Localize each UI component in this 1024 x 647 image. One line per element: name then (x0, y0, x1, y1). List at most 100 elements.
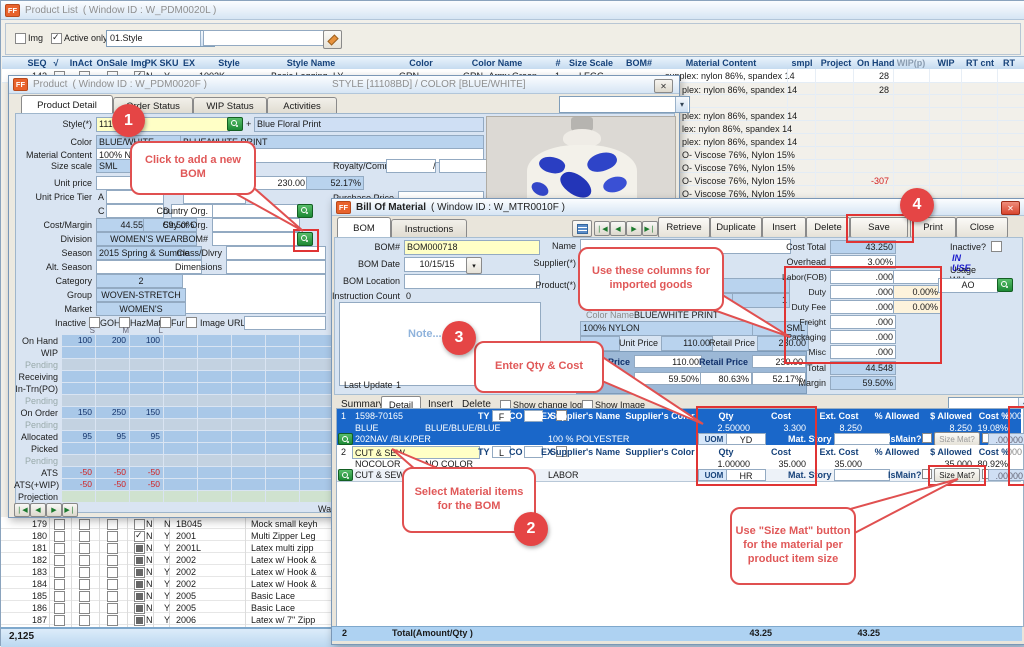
dimensions-field[interactable] (226, 260, 326, 274)
usage-wh-search-icon[interactable] (997, 278, 1013, 292)
bom-inactive-checkbox[interactable] (991, 241, 1002, 252)
col-color[interactable]: Color (391, 58, 451, 68)
ismain-checkbox[interactable] (922, 469, 932, 479)
duty-fee-field[interactable]: .000 (830, 300, 896, 314)
fur-checkbox[interactable] (186, 317, 197, 328)
add-material-icon[interactable] (338, 433, 353, 445)
search-input[interactable] (203, 30, 325, 46)
grid-view-button[interactable] (572, 220, 592, 237)
nav-last-icon[interactable]: ▶❘ (642, 221, 658, 236)
close-icon[interactable]: ✕ (654, 79, 673, 93)
nav-first-icon[interactable]: ❘◀ (594, 221, 610, 236)
col-inact[interactable]: InAct (67, 58, 95, 68)
retrieve-button[interactable]: Retrieve (658, 217, 710, 238)
date-dropdown-icon[interactable]: ▾ (466, 257, 482, 274)
size-mat-button[interactable]: Size Mat? (934, 468, 980, 482)
duty-field[interactable]: .000 (830, 285, 896, 299)
col-rtcnt[interactable]: RT cnt (963, 58, 997, 68)
col-bom[interactable]: BOM# (619, 58, 659, 68)
col-check[interactable]: √ (49, 58, 63, 68)
product-titlebar[interactable]: FF Product ( Window ID : W_PDM0020F ) ST… (9, 76, 679, 94)
img-checkbox[interactable] (15, 33, 26, 44)
col-onhand[interactable]: On Hand (857, 58, 893, 68)
style-search-icon[interactable] (227, 117, 243, 131)
tab-activities[interactable]: Activities (267, 97, 337, 114)
cost-field: 44.55 (96, 218, 146, 232)
col-wipp[interactable]: WIP(p) (895, 58, 927, 68)
col-project[interactable]: Project (817, 58, 855, 68)
notes-box[interactable] (182, 274, 326, 314)
close-button[interactable]: Close (956, 217, 1008, 238)
duplicate-button[interactable]: Duplicate (710, 217, 762, 238)
expand-icon[interactable]: + (246, 119, 251, 129)
close-icon[interactable]: ✕ (1001, 201, 1020, 215)
country-org-field[interactable] (212, 204, 300, 218)
app-icon: FF (13, 78, 28, 91)
bom-number-field[interactable] (212, 232, 300, 246)
overhead-field[interactable]: 3.00% (830, 255, 896, 269)
col-wip[interactable]: WIP (931, 58, 961, 68)
cell-img[interactable] (134, 519, 145, 530)
cell-check[interactable] (54, 519, 65, 530)
instruction-count: 0 (406, 291, 411, 301)
col-color-name[interactable]: Color Name (461, 58, 533, 68)
packaging-field[interactable]: .000 (830, 330, 896, 344)
col-rt[interactable]: RT (999, 58, 1019, 68)
nav-prev-icon[interactable]: ◀ (610, 221, 626, 236)
cell-inact[interactable] (79, 519, 90, 530)
city-org-field[interactable] (212, 218, 300, 232)
clear-search-button[interactable] (323, 30, 342, 49)
tab-wip-status[interactable]: WIP Status (193, 97, 267, 114)
col-sku[interactable]: SKU (159, 58, 179, 68)
col-onsale[interactable]: OnSale (95, 58, 129, 68)
labor-extra-field[interactable] (893, 270, 941, 284)
misc-field[interactable]: .000 (830, 345, 896, 359)
col-smpl[interactable]: smpl (789, 58, 815, 68)
tab-instructions[interactable]: Instructions (391, 219, 467, 238)
col-num[interactable]: # (551, 58, 565, 68)
sum-margin1: 59.50% (634, 372, 702, 385)
bom-no-field[interactable]: BOM000718 (404, 240, 540, 255)
mat-story-field[interactable] (834, 469, 890, 481)
product-list-title: Product List (25, 5, 78, 16)
material-item-field[interactable]: CUT & SEW (352, 446, 480, 459)
country-search-icon[interactable] (297, 204, 313, 218)
comm-field[interactable] (439, 159, 489, 173)
col-style[interactable]: Style (199, 58, 259, 68)
ismain-checkbox[interactable] (922, 433, 932, 443)
delete-button[interactable]: Delete (806, 217, 850, 238)
save-button[interactable]: Save (850, 217, 908, 238)
nav-first-icon[interactable]: ❘◀ (14, 503, 30, 517)
col-pk[interactable]: PK (143, 58, 159, 68)
col-style-name[interactable]: Style Name (271, 58, 351, 68)
cell-onsale[interactable] (107, 519, 118, 530)
list-item: plex: nylon 86%, spandex 14 (682, 85, 797, 95)
col-material[interactable]: Material Content (665, 58, 777, 68)
size-mat-button[interactable]: Size Mat? (934, 432, 980, 446)
tab-bom[interactable]: BOM (337, 217, 391, 238)
col-ex[interactable]: EX (181, 58, 197, 68)
mat-story-field[interactable] (834, 433, 890, 445)
product-top-select[interactable] (559, 96, 690, 113)
list-total: 2,125 (9, 631, 34, 642)
labor-field[interactable]: .000 (830, 270, 896, 284)
nav-last-icon[interactable]: ▶❘ (62, 503, 78, 517)
usage-wh-field[interactable]: AO (938, 278, 998, 293)
bom-date-field[interactable]: 10/15/15 (404, 257, 470, 272)
col-size-scale[interactable]: Size Scale (567, 58, 615, 68)
active-only-checkbox[interactable] (51, 33, 62, 44)
list-item: O- Viscose 76%, Nylon 15% (682, 150, 795, 160)
freight-field[interactable]: .000 (830, 315, 896, 329)
class-dlvry-field[interactable] (226, 246, 326, 260)
add-material-icon[interactable] (338, 469, 353, 481)
tab-product-detail[interactable]: Product Detail (21, 95, 113, 114)
nav-next-icon[interactable]: ▶ (46, 503, 62, 517)
nav-prev-icon[interactable]: ◀ (30, 503, 46, 517)
image-url-field[interactable] (244, 316, 326, 330)
royalty-field[interactable] (386, 159, 436, 173)
insert-button[interactable]: Insert (762, 217, 806, 238)
nav-next-icon[interactable]: ▶ (626, 221, 642, 236)
filter-select[interactable]: 01.Style (106, 30, 215, 47)
add-bom-search-icon[interactable] (297, 232, 313, 246)
product-list-titlebar[interactable]: FF Product List ( Window ID : W_PDM0020L… (1, 1, 1024, 20)
